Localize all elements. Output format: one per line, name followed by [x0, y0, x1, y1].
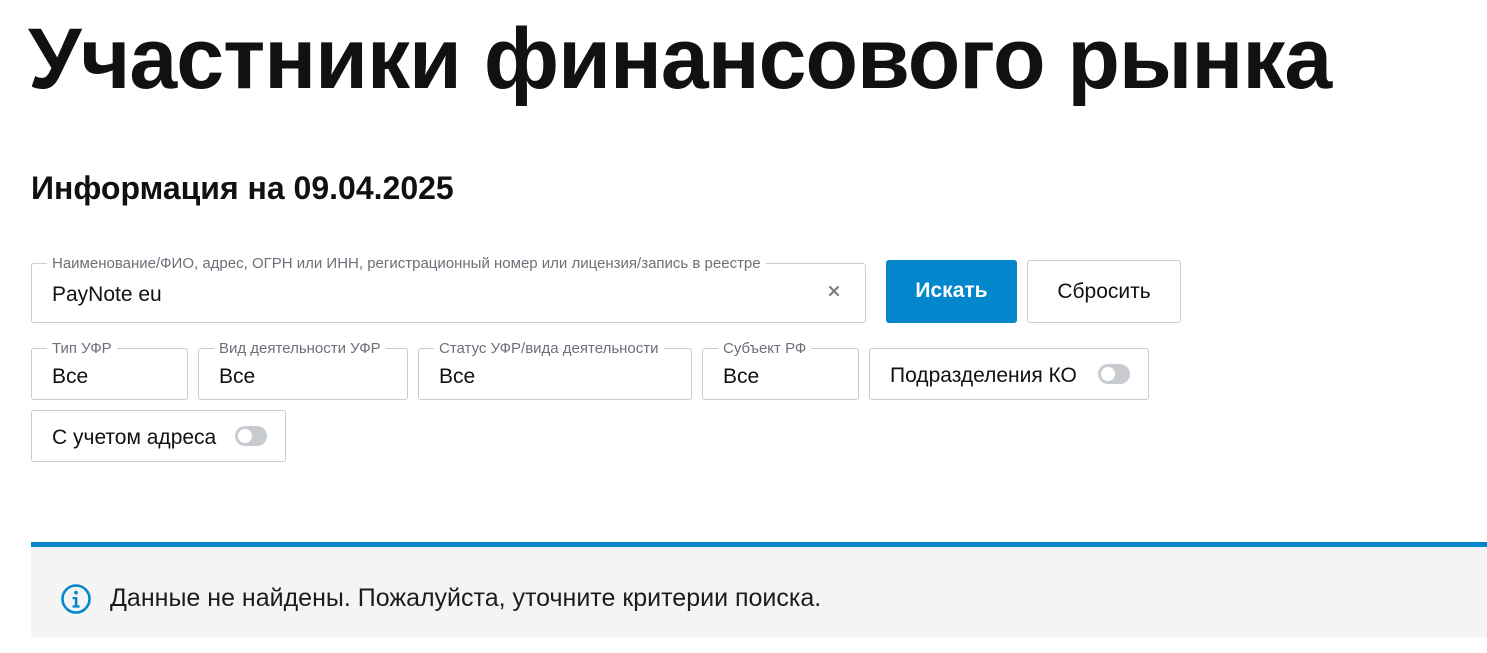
toggle-knob: [238, 429, 252, 443]
with-address-toggle-field[interactable]: С учетом адреса: [31, 410, 286, 462]
ko-divisions-toggle-field[interactable]: Подразделения КО: [869, 348, 1149, 400]
ko-divisions-toggle[interactable]: [1098, 364, 1130, 384]
filter-status-label: Статус УФР/вида деятельности: [434, 340, 664, 357]
search-button[interactable]: Искать: [886, 260, 1017, 323]
filter-type-select[interactable]: Тип УФР Все: [31, 340, 188, 400]
filter-region-value: Все: [723, 365, 760, 388]
page: Участники финансового рынка Информация н…: [0, 0, 1487, 653]
search-field-label: Наименование/ФИО, адрес, ОГРН или ИНН, р…: [47, 255, 766, 272]
ko-divisions-label: Подразделения КО: [890, 364, 1077, 387]
search-input[interactable]: PayNote eu: [52, 282, 162, 308]
info-icon: [61, 584, 91, 614]
filter-type-label: Тип УФР: [47, 340, 117, 357]
close-icon[interactable]: [827, 284, 841, 298]
with-address-label: С учетом адреса: [52, 426, 217, 449]
filter-activity-label: Вид деятельности УФР: [214, 340, 386, 357]
no-results-message: Данные не найдены. Пожалуйста, уточните …: [110, 584, 822, 612]
no-results-notice: Данные не найдены. Пожалуйста, уточните …: [31, 542, 1487, 637]
with-address-toggle[interactable]: [235, 426, 267, 446]
filter-region-label: Субъект РФ: [718, 340, 812, 357]
toggle-knob: [1101, 367, 1115, 381]
search-field[interactable]: Наименование/ФИО, адрес, ОГРН или ИНН, р…: [31, 255, 866, 323]
page-title: Участники финансового рынка: [28, 11, 1332, 107]
filter-status-select[interactable]: Статус УФР/вида деятельности Все: [418, 340, 692, 400]
info-date-heading: Информация на 09.04.2025: [31, 170, 454, 206]
filter-activity-value: Все: [219, 365, 256, 388]
filter-region-select[interactable]: Субъект РФ Все: [702, 340, 859, 400]
filter-activity-select[interactable]: Вид деятельности УФР Все: [198, 340, 408, 400]
filter-status-value: Все: [439, 365, 476, 388]
reset-button[interactable]: Сбросить: [1027, 260, 1181, 323]
filter-type-value: Все: [52, 365, 89, 388]
